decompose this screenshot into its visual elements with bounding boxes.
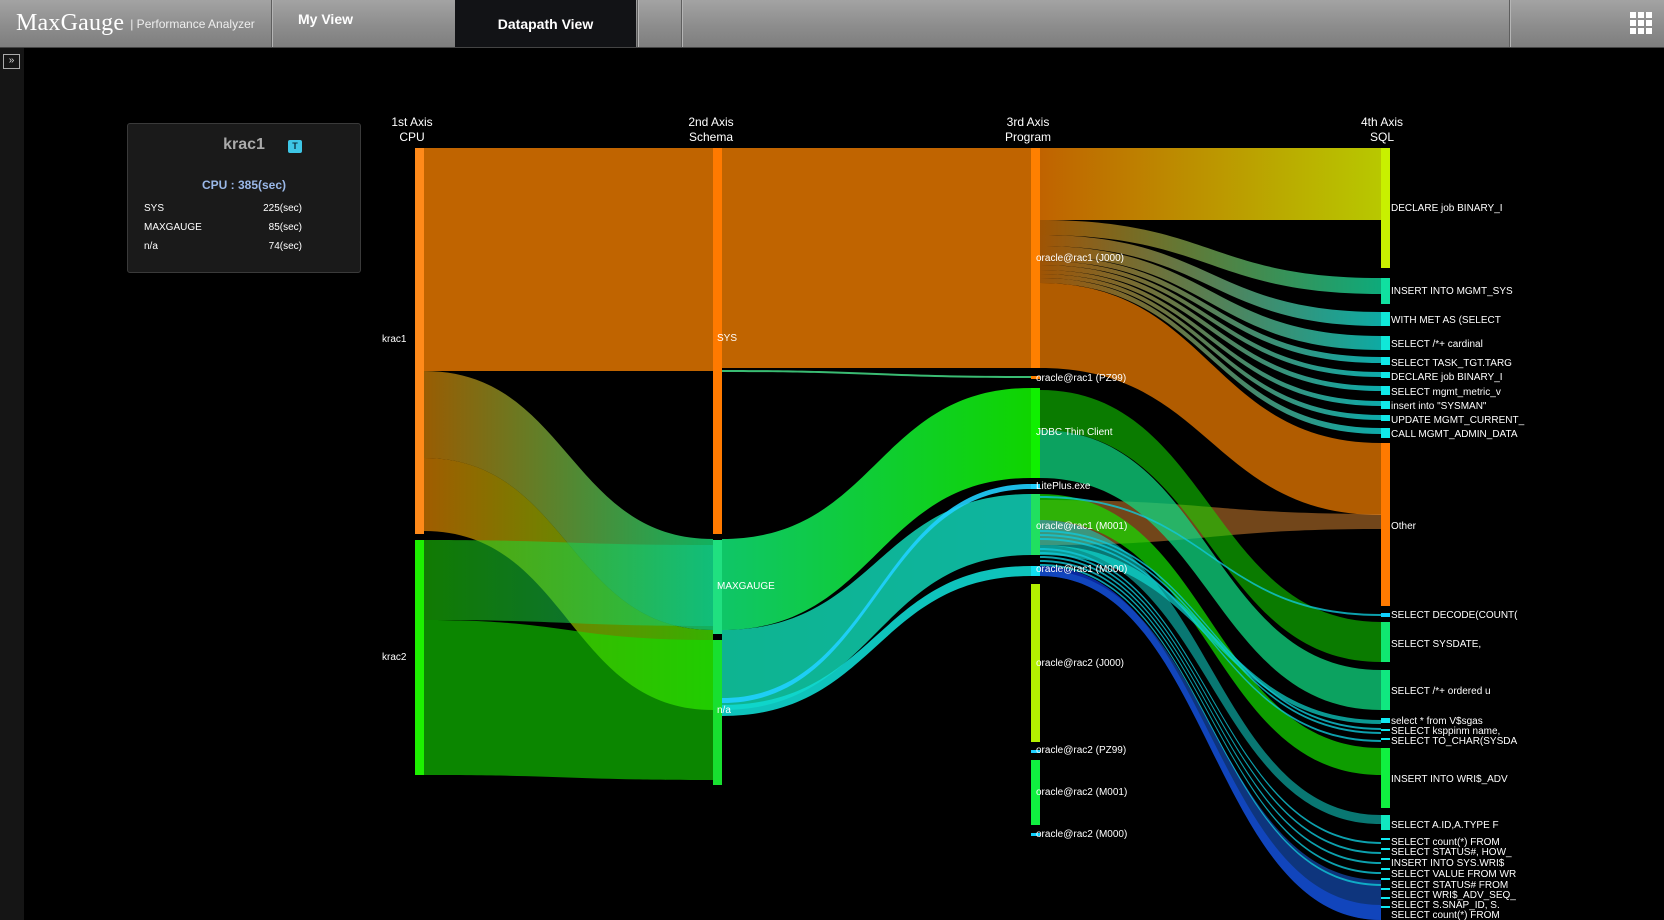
axis4-node-label: SELECT DECODE(COUNT(: [1391, 610, 1518, 621]
axis2-node-label: n/a: [717, 705, 731, 716]
axis4-node[interactable]: [1381, 748, 1390, 808]
axis4-node[interactable]: [1381, 670, 1390, 710]
axis-title-line1: 4th Axis: [1361, 115, 1403, 129]
axis1-node[interactable]: [415, 148, 424, 534]
panel-row-name: SYS: [144, 203, 165, 214]
axis4-node[interactable]: [1381, 888, 1390, 890]
axis3-node-label: oracle@rac2 (M001): [1036, 787, 1127, 798]
panel-row-name: MAXGAUGE: [144, 222, 202, 233]
axis4-node[interactable]: [1381, 336, 1390, 350]
axis4-node[interactable]: [1381, 372, 1390, 378]
sankey-link[interactable]: [722, 148, 1031, 368]
panel-row: MAXGAUGE 85(sec): [144, 222, 302, 233]
axis4-node[interactable]: [1381, 848, 1390, 850]
sankey-link[interactable]: [1040, 148, 1381, 220]
panel-row-value: 85(sec): [268, 222, 302, 233]
axis4-node[interactable]: [1381, 401, 1390, 409]
axis4-node-label: SELECT TASK_TGT.TARG: [1391, 358, 1512, 369]
axis4-node[interactable]: [1381, 878, 1390, 880]
axis1-node-label: krac1: [382, 334, 407, 345]
panel-cpu-total: CPU : 385(sec): [201, 178, 287, 192]
axis4-node-label: INSERT INTO WRI$_ADV: [1391, 774, 1508, 785]
panel-row-value: 225(sec): [263, 203, 302, 214]
axis4-node-label: SELECT VALUE FROM WR: [1391, 869, 1516, 880]
sankey-links: [424, 148, 1381, 920]
axis4-node[interactable]: [1381, 357, 1390, 365]
axis4-node[interactable]: [1381, 386, 1390, 395]
axis4-node-label: insert into "SYSMAN": [1391, 401, 1487, 412]
axis4-node-label: SELECT mgmt_metric_v: [1391, 387, 1501, 398]
axis4-node-label: CALL MGMT_ADMIN_DATA: [1391, 429, 1518, 440]
axis1-node[interactable]: [415, 540, 424, 775]
axis3-node-label: oracle@rac2 (M000): [1036, 829, 1127, 840]
axis3-node-label: oracle@rac1 (M001): [1036, 521, 1127, 532]
sankey-link[interactable]: [424, 620, 713, 780]
axis4-node-label: SELECT SYSDATE,: [1391, 639, 1481, 650]
axis4-node[interactable]: [1381, 312, 1390, 326]
axis4-node-label: SELECT TO_CHAR(SYSDA: [1391, 736, 1517, 747]
axis4-node[interactable]: [1381, 897, 1390, 899]
axis4-node-label: SELECT STATUS#, HOW_: [1391, 847, 1512, 858]
axis3-node-label: oracle@rac1 (PZ99): [1036, 373, 1126, 384]
axis4-node[interactable]: [1381, 868, 1390, 870]
panel-row: SYS 225(sec): [144, 203, 302, 214]
panel-title: krac1: [223, 136, 265, 153]
axis4-node-label: SELECT count(*) FROM: [1391, 910, 1500, 920]
panel-row-name: n/a: [144, 241, 158, 252]
axis3-node-label: oracle@rac1 (J000): [1036, 253, 1124, 264]
axis4-node[interactable]: [1381, 718, 1390, 723]
axis4-node-label: INSERT INTO SYS.WRI$: [1391, 858, 1505, 869]
sankey-link[interactable]: [722, 370, 1031, 378]
axis4-node[interactable]: [1381, 278, 1390, 304]
axis4-node-label: DECLARE job BINARY_I: [1391, 203, 1503, 214]
axis4-node[interactable]: [1381, 428, 1390, 438]
axis4-node[interactable]: [1381, 738, 1390, 740]
axis4-node-label: DECLARE job BINARY_I: [1391, 372, 1503, 383]
panel-row: n/a 74(sec): [144, 241, 302, 252]
axis4-node-label: SELECT /*+ ordered u: [1391, 686, 1491, 697]
axis4-node-label: INSERT INTO MGMT_SYS: [1391, 286, 1513, 297]
axis3-node-label: oracle@rac1 (M000): [1036, 564, 1127, 575]
axis4-node-label: SELECT /*+ cardinal: [1391, 339, 1483, 350]
axis3-node-label: LitePlus.exe: [1036, 481, 1091, 492]
axis4-node[interactable]: [1381, 415, 1390, 421]
axis4-node-label: WITH MET AS (SELECT: [1391, 315, 1501, 326]
axis4-node-label: Other: [1391, 521, 1417, 532]
info-panel: krac1 T CPU : 385(sec) SYS 225(sec) MAXG…: [127, 123, 361, 273]
axis-title-line2: Program: [1005, 130, 1051, 144]
axis4-node[interactable]: [1381, 906, 1390, 908]
axis-title-line1: 1st Axis: [391, 115, 432, 129]
axis2-node-label: SYS: [717, 333, 737, 344]
axis-titles: 1st AxisCPU 2nd AxisSchema 3rd AxisProgram…: [391, 115, 1403, 144]
axis3-node-label: oracle@rac2 (PZ99): [1036, 745, 1126, 756]
axis3-node-label: oracle@rac2 (J000): [1036, 658, 1124, 669]
axis4-node[interactable]: [1381, 838, 1390, 840]
axis-title-line1: 2nd Axis: [688, 115, 733, 129]
t-badge-icon[interactable]: T: [288, 140, 302, 153]
axis4-node[interactable]: [1381, 858, 1390, 860]
axis4-node-label: SELECT A.ID,A.TYPE F: [1391, 820, 1499, 831]
axis4-node-label: UPDATE MGMT_CURRENT_: [1391, 415, 1525, 426]
axis4-node[interactable]: [1381, 815, 1390, 830]
axis4-node[interactable]: [1381, 443, 1390, 606]
axis4-node[interactable]: [1381, 622, 1390, 662]
axis-title-line2: CPU: [399, 130, 424, 144]
axis4-node[interactable]: [1381, 729, 1390, 731]
axis4-node[interactable]: [1381, 613, 1390, 617]
axis2-node-label: MAXGAUGE: [717, 581, 775, 592]
sankey-link[interactable]: [424, 540, 713, 626]
axis-title-line1: 3rd Axis: [1007, 115, 1050, 129]
sankey-link[interactable]: [1040, 556, 1381, 864]
axis-title-line2: Schema: [689, 130, 733, 144]
axis4-node[interactable]: [1381, 148, 1390, 268]
axis3-node-label: JDBC Thin Client: [1036, 427, 1113, 438]
axis-title-line2: SQL: [1370, 130, 1394, 144]
axis1-node-label: krac2: [382, 652, 407, 663]
panel-row-value: 74(sec): [268, 241, 302, 252]
sankey-link[interactable]: [424, 148, 713, 371]
